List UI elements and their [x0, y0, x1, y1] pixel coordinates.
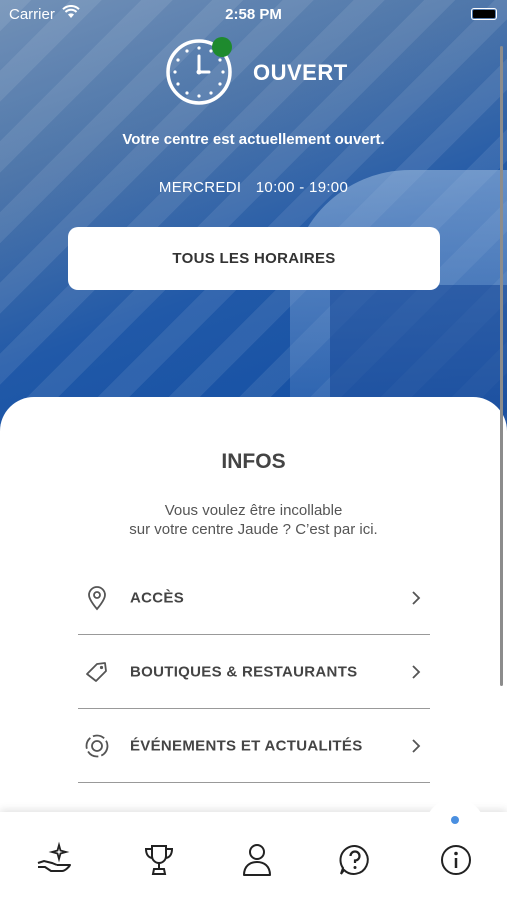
info-icon [439, 843, 473, 882]
tag-icon [84, 659, 110, 685]
menu-item-acces[interactable]: ACCÈS [78, 561, 430, 635]
clock-icon [165, 36, 235, 106]
today-day: MERCREDI [158, 179, 242, 196]
infos-description: Vous voulez être incollable sur votre ce… [0, 501, 507, 539]
chevron-right-icon [410, 590, 422, 606]
status-time: 2:58 PM [225, 6, 282, 23]
status-bar: Carrier 2:58 PM [0, 0, 507, 28]
open-status-dot [212, 37, 232, 57]
battery-icon [471, 8, 497, 20]
open-status-subtitle: Votre centre est actuellement ouvert. [122, 131, 385, 148]
active-tab-indicator [451, 816, 459, 824]
scroll-indicator[interactable] [500, 46, 503, 686]
tab-info[interactable] [436, 842, 476, 882]
infos-description-line: Vous voulez être incollable [164, 502, 343, 519]
tab-services[interactable] [34, 841, 74, 884]
hand-sparkle-icon [35, 841, 73, 884]
open-status-title: OUVERT [253, 60, 348, 85]
all-hours-button[interactable]: TOUS LES HORAIRES [68, 227, 440, 290]
chevron-right-icon [410, 664, 422, 680]
help-icon [338, 843, 372, 882]
menu-item-label: BOUTIQUES & RESTAURANTS [130, 663, 358, 680]
user-icon [241, 842, 273, 883]
event-icon [84, 733, 110, 759]
tab-rewards[interactable] [139, 842, 179, 882]
menu-item-evenements[interactable]: ÉVÉNEMENTS ET ACTUALITÉS [78, 709, 430, 783]
menu-item-label: ACCÈS [130, 589, 185, 606]
location-pin-icon [84, 585, 110, 611]
today-hours: MERCREDI 10:00 - 19:00 [0, 179, 507, 196]
infos-description-line: sur votre centre Jaude ? C’est par ici. [129, 521, 378, 538]
tab-bar [0, 798, 507, 900]
tab-help[interactable] [335, 842, 375, 882]
chevron-right-icon [410, 738, 422, 754]
infos-title: INFOS [221, 450, 286, 473]
trophy-icon [142, 842, 176, 883]
today-hours-range: 10:00 - 19:00 [255, 179, 349, 196]
tab-account[interactable] [237, 842, 277, 882]
menu-item-label: ÉVÉNEMENTS ET ACTUALITÉS [130, 737, 363, 754]
menu-item-boutiques[interactable]: BOUTIQUES & RESTAURANTS [78, 635, 430, 709]
